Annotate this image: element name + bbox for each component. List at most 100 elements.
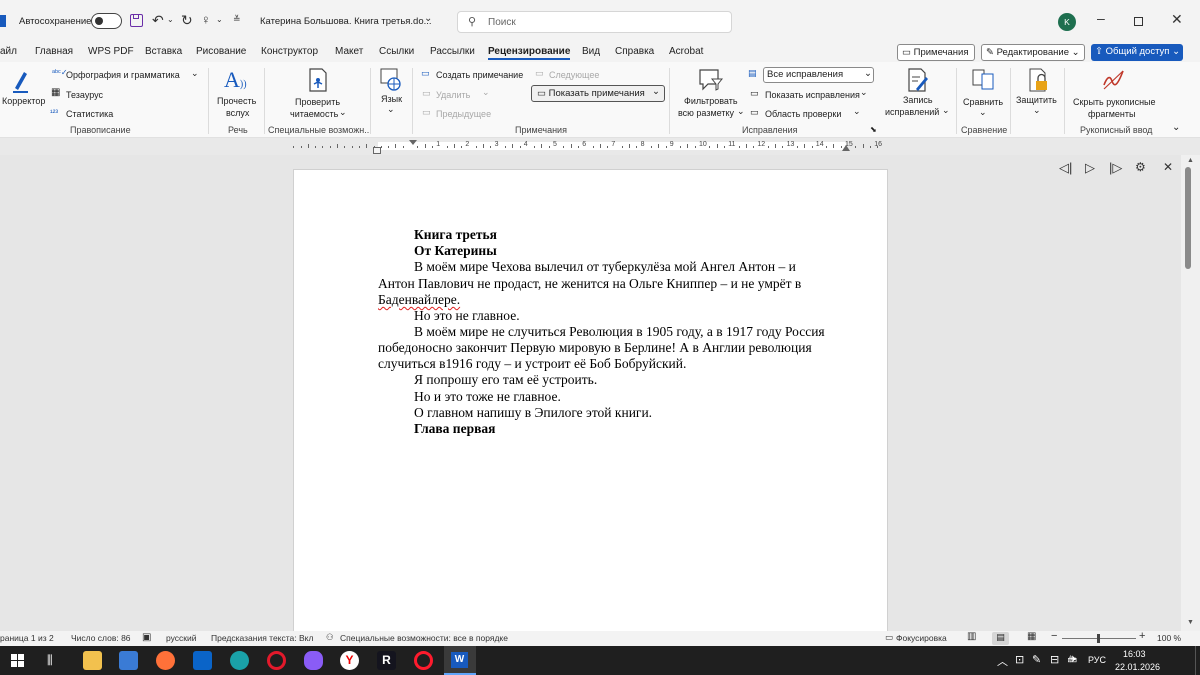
hide-ink-line2[interactable]: фрагменты <box>1088 109 1135 119</box>
chevron-down-icon[interactable]: ⌄ <box>860 87 868 98</box>
protect-button[interactable]: Защитить <box>1016 95 1057 105</box>
tab-wps-pdf[interactable]: WPS PDF <box>88 46 134 57</box>
document-heading-chapter[interactable]: Глава первая <box>414 421 495 437</box>
file-explorer-icon[interactable] <box>83 651 102 670</box>
previous-paragraph-icon[interactable]: ◁| <box>1059 160 1072 176</box>
editing-button[interactable]: ✎ Редактирование ⌄ <box>981 44 1085 61</box>
share-button[interactable]: ⇪ Общий доступ ⌄ <box>1091 44 1183 61</box>
close-icon[interactable]: ✕ <box>1163 160 1173 174</box>
scroll-up-icon[interactable]: ▲ <box>1187 157 1194 164</box>
rutube-icon[interactable]: R <box>377 651 396 670</box>
next-button[interactable]: Следующее <box>549 70 599 80</box>
paragraph-line[interactable]: В моём мире не случиться Революция в 190… <box>414 324 825 340</box>
focus-mode-button[interactable]: Фокусировка <box>896 633 947 643</box>
collapse-ribbon-icon[interactable]: ⌄ <box>1172 122 1180 133</box>
network-icon[interactable]: ⊟ <box>1050 653 1059 666</box>
track-changes-line2[interactable]: исправлений <box>885 107 939 117</box>
tab-home[interactable]: Главная <box>35 46 73 57</box>
show-comments-button[interactable]: ▭ Показать примечания ⌄ <box>531 85 665 102</box>
paragraph-line[interactable]: случиться в1916 году – и устроит её Боб … <box>378 356 686 372</box>
next-paragraph-icon[interactable]: |▷ <box>1109 160 1122 176</box>
yandex-browser-icon[interactable]: Y <box>340 651 359 670</box>
search-box[interactable]: ⚲ Поиск <box>457 11 732 33</box>
tab-view[interactable]: Вид <box>582 46 600 57</box>
play-icon[interactable]: ▷ <box>1085 160 1095 176</box>
accessibility-status[interactable]: Специальные возможности: все в порядке <box>340 633 508 643</box>
chevron-up-icon[interactable]: ︿ <box>997 653 1008 669</box>
tab-mailings[interactable]: Рассылки <box>430 46 475 57</box>
previous-button[interactable]: Предыдущее <box>436 109 491 119</box>
filter-markup-button[interactable]: Фильтровать <box>684 96 738 106</box>
hide-ink-button[interactable]: Скрыть рукописные <box>1073 97 1156 107</box>
word-count[interactable]: Число слов: 86 <box>71 633 131 643</box>
undo-icon[interactable]: ↶ <box>152 12 164 29</box>
page-count[interactable]: раница 1 из 2 <box>0 633 54 643</box>
save-icon[interactable] <box>130 14 143 27</box>
first-line-indent-marker[interactable] <box>409 140 417 145</box>
task-view-icon[interactable]: ⫼ <box>47 653 53 668</box>
review-pane-button[interactable]: Область проверки <box>765 109 841 119</box>
firefox-icon[interactable] <box>156 651 175 670</box>
redo-icon[interactable]: ↻ <box>181 12 193 29</box>
paragraph-line[interactable]: В моём мире Чехова вылечил от туберкулёз… <box>414 259 796 275</box>
close-icon[interactable]: ✕ <box>1171 11 1183 28</box>
show-markup-button[interactable]: Показать исправления <box>765 90 860 100</box>
chevron-down-icon[interactable]: ⌄ <box>424 13 432 24</box>
control-panel-icon[interactable] <box>119 651 138 670</box>
tab-design[interactable]: Конструктор <box>261 46 318 57</box>
chevron-down-icon[interactable]: ⌄ <box>942 105 950 116</box>
chevron-down-icon[interactable]: ⌄ <box>853 106 861 117</box>
tab-insert[interactable]: Вставка <box>145 46 182 57</box>
maximize-icon[interactable] <box>1134 17 1143 26</box>
tab-review[interactable]: Рецензирование <box>488 46 571 60</box>
dialog-launcher-icon[interactable]: ⬊ <box>870 125 877 134</box>
spelling-button[interactable]: Орфография и грамматика <box>66 70 180 80</box>
paragraph-line[interactable]: Я попрошу его там её устроить. <box>414 372 597 388</box>
vertical-scrollbar[interactable]: ▲ ▼ <box>1181 155 1200 631</box>
zoom-slider-thumb[interactable] <box>1097 634 1100 643</box>
tab-layout[interactable]: Макет <box>335 46 363 57</box>
lightbulb-icon[interactable]: ♀ <box>201 12 211 27</box>
language-status[interactable]: русский <box>166 633 197 643</box>
compare-button[interactable]: Сравнить <box>963 97 1003 107</box>
scrollbar-thumb[interactable] <box>1185 167 1191 269</box>
check-accessibility-line2[interactable]: читаемость <box>290 109 338 119</box>
chevron-down-icon[interactable]: ⌄ <box>979 107 987 118</box>
edge-icon[interactable] <box>230 651 249 670</box>
text-prediction-status[interactable]: Предсказания текста: Вкл <box>211 633 313 643</box>
document-page[interactable]: Книга третья От Катерины В моём мире Чех… <box>293 169 888 631</box>
zoom-in-icon[interactable]: + <box>1139 630 1145 642</box>
new-comment-button[interactable]: Создать примечание <box>436 70 523 80</box>
check-accessibility-button[interactable]: Проверить <box>295 97 340 107</box>
track-changes-button[interactable]: Запись <box>903 95 933 105</box>
document-heading-author[interactable]: От Катерины <box>414 243 497 259</box>
customize-qat-icon[interactable]: ≚ <box>233 14 241 25</box>
paragraph-line[interactable]: О главном напишу в Эпилоге этой книги. <box>414 405 652 421</box>
tab-references[interactable]: Ссылки <box>379 46 414 57</box>
clock-time[interactable]: 16:03 <box>1123 649 1146 659</box>
opera-icon[interactable] <box>267 651 286 670</box>
markup-mode-select[interactable]: Все исправления ⌄ <box>763 67 874 83</box>
web-layout-icon[interactable]: ▦ <box>1027 631 1036 642</box>
minimize-icon[interactable]: – <box>1097 10 1105 26</box>
chevron-down-icon[interactable]: ⌄ <box>387 104 395 115</box>
thesaurus-button[interactable]: Тезаурус <box>66 90 103 100</box>
document-title[interactable]: Катерина Большова. Книга третья.do... <box>260 16 432 27</box>
zoom-slider[interactable] <box>1062 634 1136 643</box>
read-mode-icon[interactable]: ▥ <box>967 631 976 642</box>
statistics-button[interactable]: Статистика <box>66 109 113 119</box>
chevron-down-icon[interactable]: ⌄ <box>737 106 745 117</box>
tab-help[interactable]: Справка <box>615 46 654 57</box>
corrector-button[interactable]: Корректор <box>2 96 45 106</box>
search-input[interactable]: Поиск <box>488 17 516 28</box>
windows-start-icon[interactable] <box>11 654 24 667</box>
device-icon[interactable]: ⊡ <box>1015 653 1024 666</box>
tab-acrobat[interactable]: Acrobat <box>669 46 703 57</box>
autosave-toggle[interactable] <box>91 13 122 29</box>
clock-date[interactable]: 22.01.2026 <box>1115 662 1160 672</box>
comments-button[interactable]: ▭ Примечания <box>897 44 975 61</box>
avatar[interactable]: K <box>1058 13 1076 31</box>
zoom-out-icon[interactable]: − <box>1051 630 1057 642</box>
chevron-down-icon[interactable]: ⌄ <box>339 107 347 118</box>
show-desktop-button[interactable] <box>1195 646 1200 675</box>
